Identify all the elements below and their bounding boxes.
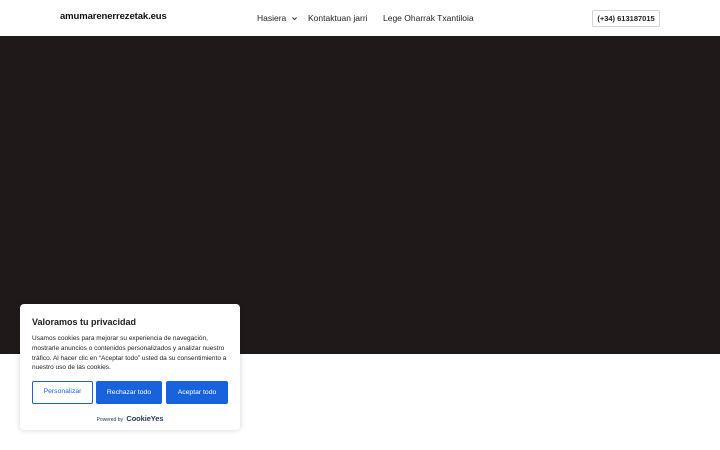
powered-by: Powered by CookieYes xyxy=(20,414,240,423)
cookie-description: Usamos cookies para mejorar su experienc… xyxy=(32,335,227,372)
nav-item-hasiera[interactable]: Hasiera xyxy=(257,13,298,23)
nav-item-kontaktuan-jarri[interactable]: Kontaktuan jarri xyxy=(308,13,368,23)
phone-button[interactable]: (+34) 613187015 xyxy=(592,10,660,27)
reject-all-button[interactable]: Rechazar todo xyxy=(96,381,162,404)
customize-button[interactable]: Personalizar xyxy=(32,381,93,404)
powered-by-label: Powered by xyxy=(96,417,123,423)
cookie-consent-banner: Valoramos tu privacidad Usamos cookies p… xyxy=(20,304,240,430)
nav-item-lege-oharrak[interactable]: Lege Oharrak Txantiloia xyxy=(383,13,474,23)
cookie-title: Valoramos tu privacidad xyxy=(32,317,137,327)
accept-all-button[interactable]: Aceptar todo xyxy=(166,381,228,404)
site-header: amumarenerrezetak.eus Hasiera Kontaktuan… xyxy=(0,0,720,36)
chevron-down-icon xyxy=(291,17,297,21)
cookieyes-logo[interactable]: CookieYes xyxy=(126,414,163,423)
nav-item-label: Hasiera xyxy=(257,13,287,23)
